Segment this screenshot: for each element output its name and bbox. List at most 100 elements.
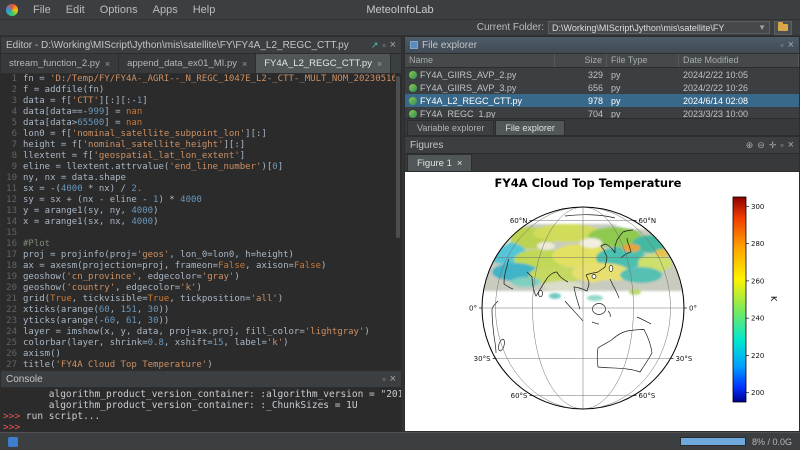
restore-panel-icon[interactable]: ▫ (780, 41, 783, 50)
file-name-cell: FY4A_GIIRS_AVP_3.py (405, 83, 555, 93)
line-number: 23 (1, 316, 23, 327)
restore-panel-icon[interactable]: ▫ (382, 375, 385, 384)
console-text: algorithm_product_version_container: :al… (3, 389, 401, 400)
titlebar: FileEditOptionsAppsHelp MeteoInfoLab (0, 0, 800, 20)
editor-tab[interactable]: FY4A_L2_REGC_CTT.py× (256, 54, 391, 73)
code-text: data[data>65500] = nan (23, 118, 401, 129)
figures-panel-title: Figures (410, 140, 742, 151)
restore-panel-icon[interactable]: ▫ (780, 141, 783, 150)
code-text: llextent = f['geospatial_lat_lon_extent'… (23, 151, 401, 162)
column-header-file-type[interactable]: File Type (607, 54, 679, 67)
file-date-cell: 2024/6/14 02:08 (679, 96, 799, 106)
file-size-cell: 329 (555, 70, 607, 80)
code-line: 1fn = 'D:/Temp/FY/FY4A-_AGRI--_N_REGC_10… (1, 74, 401, 85)
column-header-size[interactable]: Size (555, 54, 607, 67)
column-header-name[interactable]: Name (405, 54, 555, 67)
restore-panel-icon[interactable]: ▫ (382, 41, 385, 50)
tab-variable-explorer[interactable]: Variable explorer (407, 120, 494, 135)
editor-scrollbar[interactable] (395, 74, 401, 369)
console-text: run script... (20, 411, 100, 422)
close-tab-icon[interactable]: × (377, 59, 382, 69)
table-row[interactable]: FY4A_GIIRS_AVP_3.py656py2024/2/22 10:26 (405, 81, 799, 94)
ctt-map-figure: FY4A Cloud Top Temperature (405, 172, 799, 431)
line-number: 15 (1, 228, 23, 239)
code-line: 8llextent = f['geospatial_lat_lon_extent… (1, 151, 401, 162)
browse-folder-button[interactable] (774, 21, 792, 35)
console-line: algorithm_product_version_container: :_C… (3, 400, 399, 411)
menu-file[interactable]: File (26, 2, 58, 18)
editor-panel-title: Editor - D:\Working\MIScript\Jython\mis\… (6, 40, 367, 51)
chevron-down-icon[interactable]: ▼ (758, 23, 766, 32)
close-icon[interactable]: × (390, 375, 396, 384)
close-icon[interactable]: × (788, 41, 794, 50)
console-output[interactable]: algorithm_product_version_container: :al… (1, 388, 401, 431)
menu-edit[interactable]: Edit (59, 2, 92, 18)
editor-tab[interactable]: stream_function_2.py × (1, 54, 119, 73)
figure-tab[interactable]: Figure 1 × (407, 154, 472, 171)
console-panel-header: Console ▫ × (1, 371, 401, 388)
figure-tab-label: Figure 1 (417, 158, 452, 169)
column-header-date-modified[interactable]: Date Modified (679, 54, 799, 67)
lat-label: 0° (689, 305, 697, 313)
menu-apps[interactable]: Apps (146, 2, 185, 18)
line-number: 17 (1, 250, 23, 261)
code-text: fn = 'D:/Temp/FY/FY4A-_AGRI--_N_REGC_104… (23, 74, 401, 85)
colorbar-label: K (769, 296, 778, 302)
py-file-icon (409, 71, 417, 79)
code-text: sx = -(4000 * nx) / 2. (23, 184, 401, 195)
menu-options[interactable]: Options (93, 2, 145, 18)
lat-label: 30°S (474, 355, 491, 363)
explorer-bottom-tabs: Variable explorerFile explorer (405, 118, 799, 135)
line-number: 25 (1, 338, 23, 349)
code-line: 4data[data==-999] = nan (1, 107, 401, 118)
colorbar-ticks: 200220240260280300 (746, 203, 764, 397)
table-row[interactable]: FY4A_GIIRS_AVP_2.py329py2024/2/22 10:05 (405, 68, 799, 81)
tab-file-explorer[interactable]: File explorer (495, 120, 565, 135)
table-row[interactable]: FY4A_L2_REGC_CTT.py978py2024/6/14 02:08 (405, 94, 799, 107)
line-number: 26 (1, 349, 23, 360)
editor-tab-label: stream_function_2.py (9, 58, 100, 69)
line-number: 12 (1, 195, 23, 206)
editor-scrollbar-thumb[interactable] (396, 76, 400, 238)
file-name-cell: FY4A_REGC_1.py (405, 109, 555, 119)
code-line: 2f = addfile(fn) (1, 85, 401, 96)
code-text (23, 228, 401, 239)
close-tab-icon[interactable]: × (457, 158, 463, 169)
file-date-cell: 2024/2/22 10:05 (679, 70, 799, 80)
app-logo-icon (6, 4, 18, 16)
lat-label: 60°S (639, 392, 656, 400)
close-icon[interactable]: × (788, 141, 794, 150)
file-type-cell: py (607, 83, 679, 93)
file-table-body: FY4A_GIIRS_AVP_2.py329py2024/2/22 10:05F… (405, 68, 799, 118)
lat-label: 0° (469, 305, 477, 313)
file-name: FY4A_GIIRS_AVP_2.py (420, 70, 516, 80)
zoom-in-icon[interactable]: ⊕ (746, 141, 754, 150)
py-file-icon (409, 84, 417, 92)
right-column: File explorer ▫ × NameSizeFile TypeDate … (404, 36, 800, 432)
current-folder-value: D:\Working\MIScript\Jython\mis\satellite… (552, 23, 724, 33)
code-text: data[data==-999] = nan (23, 107, 401, 118)
close-tab-icon[interactable]: × (242, 59, 247, 69)
editor-tab[interactable]: append_data_ex01_MI.py × (119, 54, 256, 73)
table-row[interactable]: FY4A_REGC_1.py704py2023/3/23 10:00 (405, 107, 799, 118)
close-icon[interactable]: × (390, 41, 396, 50)
close-tab-icon[interactable]: × (105, 59, 110, 69)
console-line: algorithm_product_version_container: :al… (3, 389, 399, 400)
py-file-icon (409, 110, 417, 118)
editor-tab-label: append_data_ex01_MI.py (127, 58, 237, 69)
figure-canvas[interactable]: FY4A Cloud Top Temperature (405, 172, 799, 431)
lat-label: 60°S (511, 392, 528, 400)
line-number: 16 (1, 239, 23, 250)
line-number: 11 (1, 184, 23, 195)
zoom-out-icon[interactable]: ⊖ (757, 141, 765, 150)
menu-help[interactable]: Help (186, 2, 223, 18)
line-number: 19 (1, 272, 23, 283)
console-prompt: >>> (3, 411, 20, 422)
line-number: 27 (1, 360, 23, 369)
code-editor[interactable]: 1fn = 'D:/Temp/FY/FY4A-_AGRI--_N_REGC_10… (1, 74, 401, 369)
code-text: title('FY4A Cloud Top Temperature') (23, 360, 401, 369)
current-folder-combobox[interactable]: D:\Working\MIScript\Jython\mis\satellite… (548, 21, 770, 34)
float-panel-icon[interactable]: ↗ (371, 41, 379, 50)
code-line: 10ny, nx = data.shape (1, 173, 401, 184)
pan-icon[interactable]: ✛ (769, 141, 777, 150)
